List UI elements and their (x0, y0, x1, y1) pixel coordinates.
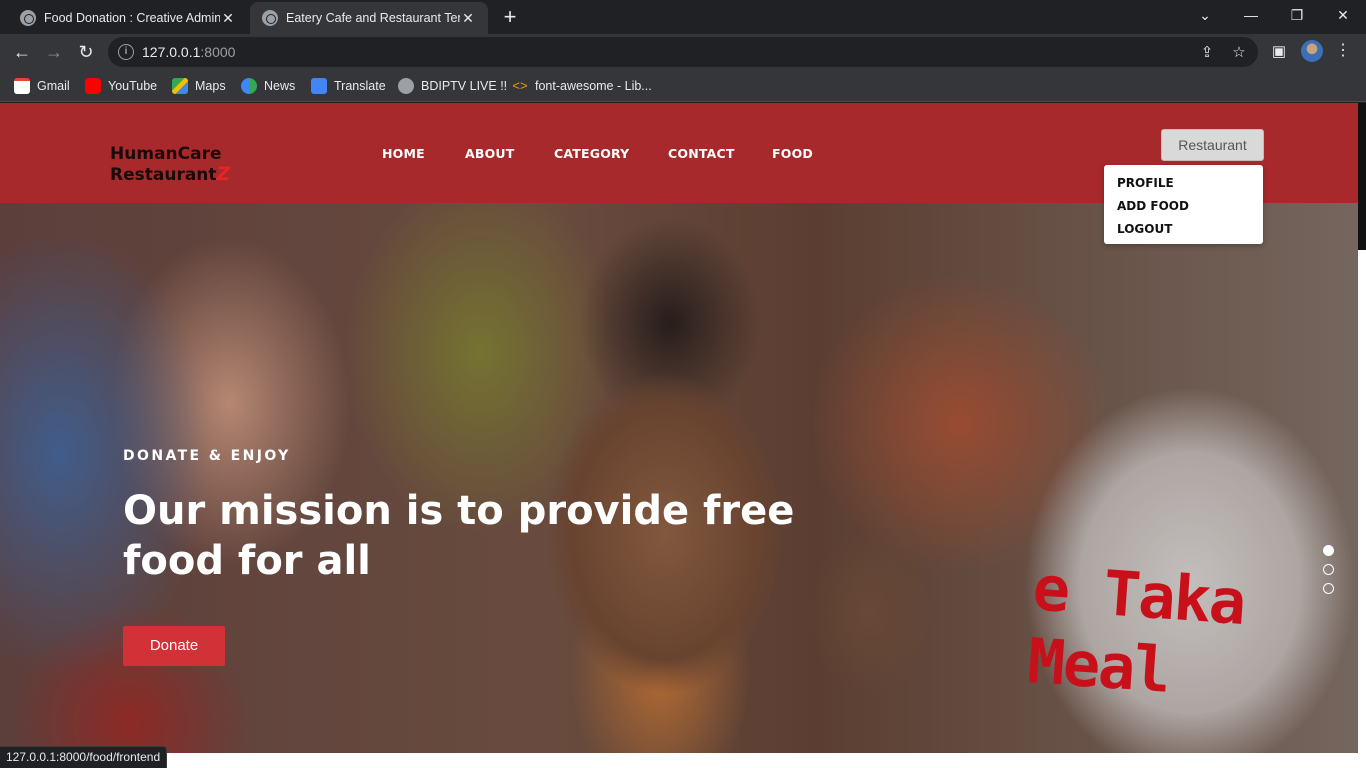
bookmark-label: font-awesome - Lib... (535, 79, 652, 93)
site-info-icon[interactable]: i (118, 44, 134, 60)
minimize-button[interactable]: — (1228, 0, 1274, 32)
web-page: HumanCare RestaurantZ HOME ABOUT CATEGOR… (0, 103, 1358, 753)
bookmark-news[interactable]: News (241, 76, 295, 96)
address-host: 127.0.0.1 (142, 44, 201, 60)
bookmark-bdiptv[interactable]: BDIPTV LIVE !! (398, 76, 507, 96)
profile-avatar[interactable] (1301, 40, 1323, 62)
bookmark-gmail[interactable]: Gmail (14, 76, 70, 96)
dropdown-logout[interactable]: LOGOUT (1104, 218, 1263, 241)
slider-dot-1[interactable] (1323, 545, 1334, 556)
bookmark-label: Maps (195, 79, 226, 93)
bookmark-label: YouTube (108, 79, 158, 93)
news-icon (241, 78, 257, 94)
bookmark-translate[interactable]: Translate (311, 76, 386, 96)
address-port: :8000 (200, 44, 236, 60)
slider-dot-3[interactable] (1323, 583, 1334, 594)
bookmark-font-awesome[interactable]: <> font-awesome - Lib... (512, 76, 652, 96)
nav-food[interactable]: FOOD (772, 146, 813, 161)
youtube-icon (85, 78, 101, 94)
slider-dots (1323, 545, 1334, 602)
close-icon[interactable]: ✕ (220, 10, 236, 27)
restaurant-account-button[interactable]: Restaurant (1161, 129, 1264, 161)
globe-icon (262, 10, 278, 26)
dropdown-add-food[interactable]: ADD FOOD (1104, 195, 1263, 218)
bookmark-label: Gmail (37, 79, 70, 93)
close-icon[interactable]: ✕ (460, 10, 476, 27)
nav-category[interactable]: CATEGORY (554, 146, 629, 161)
new-tab-button[interactable]: + (498, 4, 522, 30)
share-icon[interactable]: ⇪ (1198, 44, 1216, 62)
hero-image-banner-text: e Taka Meal (1025, 551, 1247, 707)
back-icon[interactable]: ← (9, 39, 35, 65)
site-header: HumanCare RestaurantZ HOME ABOUT CATEGOR… (0, 103, 1358, 244)
page-bottom (0, 753, 1366, 768)
scrollbar-track (1358, 250, 1366, 753)
bookmark-label: News (264, 79, 296, 93)
tab-title: Food Donation : Creative Admin (44, 11, 220, 25)
donate-button[interactable]: Donate (123, 626, 225, 666)
bookmark-label: BDIPTV LIVE !! (421, 79, 508, 93)
translate-icon (311, 78, 327, 94)
restore-button[interactable]: ❐ (1274, 0, 1320, 32)
hero-headline: Our mission is to provide free food for … (123, 488, 795, 584)
dropdown-profile[interactable]: PROFILE (1104, 172, 1263, 195)
tab-eatery-cafe[interactable]: Eatery Cafe and Restaurant Temp ✕ (250, 2, 488, 34)
nav-contact[interactable]: CONTACT (668, 146, 735, 161)
tab-search-icon[interactable]: ⌄ (1182, 0, 1228, 32)
forward-icon[interactable]: → (41, 39, 67, 65)
menu-icon[interactable]: ⋮ (1335, 39, 1351, 63)
logo-mark: Z (216, 163, 231, 185)
globe-icon (398, 78, 414, 94)
tab-strip: Food Donation : Creative Admin ✕ Eatery … (0, 0, 1366, 34)
account-dropdown: PROFILE ADD FOOD LOGOUT (1104, 165, 1263, 244)
bookmarks-bar: Gmail YouTube Maps News Translate BDIPTV… (0, 70, 1366, 102)
address-bar[interactable]: i 127.0.0.1:8000 ⇪ ☆ (108, 37, 1258, 67)
tab-food-donation[interactable]: Food Donation : Creative Admin ✕ (8, 2, 248, 34)
side-panel-icon[interactable]: ▣ (1270, 43, 1288, 61)
browser-toolbar: ← → ↻ i 127.0.0.1:8000 ⇪ ☆ ▣ ⋮ (0, 34, 1366, 70)
logo-line-2: Restaurant (110, 165, 217, 185)
site-logo[interactable]: HumanCare RestaurantZ (110, 144, 230, 185)
gmail-icon (14, 78, 30, 94)
reload-icon[interactable]: ↻ (73, 39, 99, 65)
globe-icon (20, 10, 36, 26)
hero-slider: e Taka Meal DONATE & ENJOY Our mission i… (0, 203, 1358, 753)
nav-home[interactable]: HOME (382, 146, 425, 161)
page-scrollbar[interactable] (1358, 103, 1366, 250)
bookmark-youtube[interactable]: YouTube (85, 76, 157, 96)
maps-icon (172, 78, 188, 94)
bookmark-label: Translate (334, 79, 386, 93)
close-window-button[interactable]: ✕ (1320, 0, 1366, 32)
bookmark-maps[interactable]: Maps (172, 76, 226, 96)
tab-title: Eatery Cafe and Restaurant Temp (286, 11, 460, 25)
star-icon[interactable]: ☆ (1230, 44, 1248, 62)
hero-eyebrow: DONATE & ENJOY (123, 448, 291, 464)
link-status-bar: 127.0.0.1:8000/food/frontend (0, 746, 168, 768)
logo-line-1: HumanCare (110, 144, 222, 164)
nav-about[interactable]: ABOUT (465, 146, 515, 161)
code-icon: <> (512, 78, 528, 93)
slider-dot-2[interactable] (1323, 564, 1334, 575)
